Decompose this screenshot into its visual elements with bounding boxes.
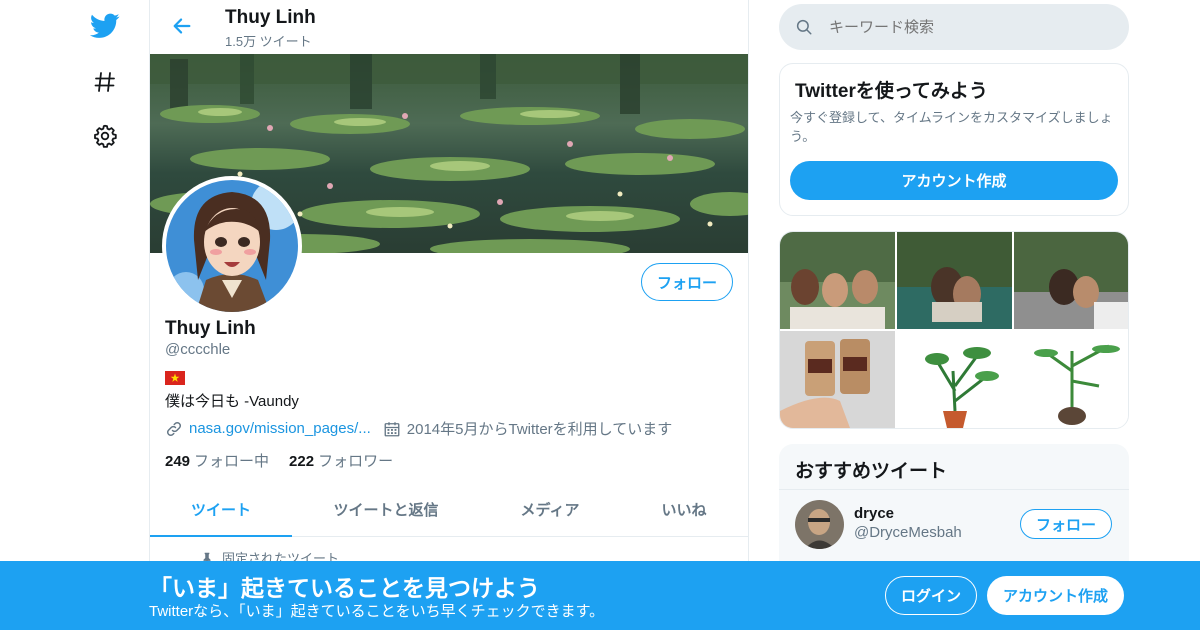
profile-bio: 僕は今日も -Vaundy bbox=[165, 393, 299, 410]
settings-gear-icon[interactable] bbox=[88, 119, 122, 153]
profile-avatar[interactable] bbox=[162, 176, 302, 316]
profile-meta: nasa.gov/mission_pages/... 2014年5月からTwit… bbox=[165, 418, 672, 439]
profile-tabs: ツイート ツイートと返信 メディア いいね bbox=[150, 483, 748, 537]
hashtag-explore-icon[interactable] bbox=[88, 65, 122, 99]
vietnam-flag-icon bbox=[165, 371, 185, 385]
left-nav bbox=[80, 0, 130, 630]
media-thumbnail[interactable] bbox=[780, 331, 895, 428]
followers-stat[interactable]: 222 フォロワー bbox=[289, 450, 393, 471]
follow-stats: 249 フォロー中 222 フォロワー bbox=[165, 450, 393, 471]
following-count: 249 bbox=[165, 453, 191, 470]
followers-label: フォロワー bbox=[318, 453, 394, 470]
profile-name: Thuy Linh bbox=[165, 318, 256, 339]
search-icon bbox=[795, 18, 813, 36]
media-thumbnail[interactable] bbox=[780, 232, 895, 329]
signup-card-title: Twitterを使ってみよう bbox=[795, 81, 988, 102]
twitter-logo-icon[interactable] bbox=[88, 9, 122, 43]
recommended-follow-button[interactable]: フォロー bbox=[1020, 509, 1112, 539]
bottom-signup-bar: 「いま」起きていることを見つけよう Twitterなら、「いま」起きていることを… bbox=[0, 561, 1200, 630]
bottom-bar-subtitle: Twitterなら、「いま」起きていることをいち早くチェックできます。 bbox=[149, 603, 605, 620]
media-thumbnail[interactable] bbox=[1014, 232, 1128, 329]
signup-card: Twitterを使ってみよう 今すぐ登録して、タイムラインをカスタマイズしましょ… bbox=[779, 63, 1129, 216]
header-tweet-count: 1.5万 ツイート bbox=[225, 34, 312, 49]
recommended-user-avatar[interactable] bbox=[795, 500, 844, 549]
following-label: フォロー中 bbox=[194, 453, 270, 470]
following-stat[interactable]: 249 フォロー中 bbox=[165, 450, 269, 471]
profile-website-link[interactable]: nasa.gov/mission_pages/... bbox=[189, 420, 371, 437]
media-thumbnail-grid bbox=[779, 231, 1129, 429]
signup-card-description: 今すぐ登録して、タイムラインをカスタマイズしましょう。 bbox=[790, 110, 1113, 144]
tab-tweets-and-replies[interactable]: ツイートと返信 bbox=[292, 483, 480, 536]
follow-button[interactable]: フォロー bbox=[641, 263, 733, 301]
profile-handle: @cccchle bbox=[165, 341, 231, 358]
followers-count: 222 bbox=[289, 453, 315, 470]
profile-column: Thuy Linh 1.5万 ツイート フォロー Thuy Linh @cccc… bbox=[149, 0, 749, 630]
tab-media[interactable]: メディア bbox=[480, 483, 620, 536]
back-arrow-icon[interactable] bbox=[168, 12, 196, 40]
divider bbox=[779, 489, 1129, 490]
joined-date: 2014年5月からTwitterを利用しています bbox=[406, 421, 673, 438]
tab-likes[interactable]: いいね bbox=[620, 483, 748, 536]
bottom-signup-button[interactable]: アカウント作成 bbox=[987, 576, 1124, 615]
recommended-tweets-card: おすすめツイート dryce @DryceMesbah フォロー bbox=[779, 444, 1129, 574]
media-thumbnail[interactable] bbox=[897, 232, 1012, 329]
media-thumbnail[interactable] bbox=[897, 331, 1012, 428]
link-icon bbox=[165, 420, 183, 438]
tab-tweets[interactable]: ツイート bbox=[150, 483, 292, 537]
recommended-title: おすすめツイート bbox=[795, 461, 948, 482]
recommended-user-handle: @DryceMesbah bbox=[854, 524, 962, 541]
search-input[interactable] bbox=[829, 18, 1099, 36]
create-account-button[interactable]: アカウント作成 bbox=[790, 161, 1118, 200]
header-profile-name: Thuy Linh bbox=[225, 7, 316, 28]
calendar-icon bbox=[383, 420, 401, 438]
bottom-bar-title: 「いま」起きていることを見つけよう bbox=[149, 575, 540, 601]
login-button[interactable]: ログイン bbox=[885, 576, 977, 615]
media-thumbnail[interactable] bbox=[1014, 331, 1128, 428]
recommended-user-name[interactable]: dryce bbox=[854, 505, 894, 522]
search-box[interactable] bbox=[779, 4, 1129, 50]
profile-header-bar: Thuy Linh 1.5万 ツイート bbox=[150, 0, 748, 54]
